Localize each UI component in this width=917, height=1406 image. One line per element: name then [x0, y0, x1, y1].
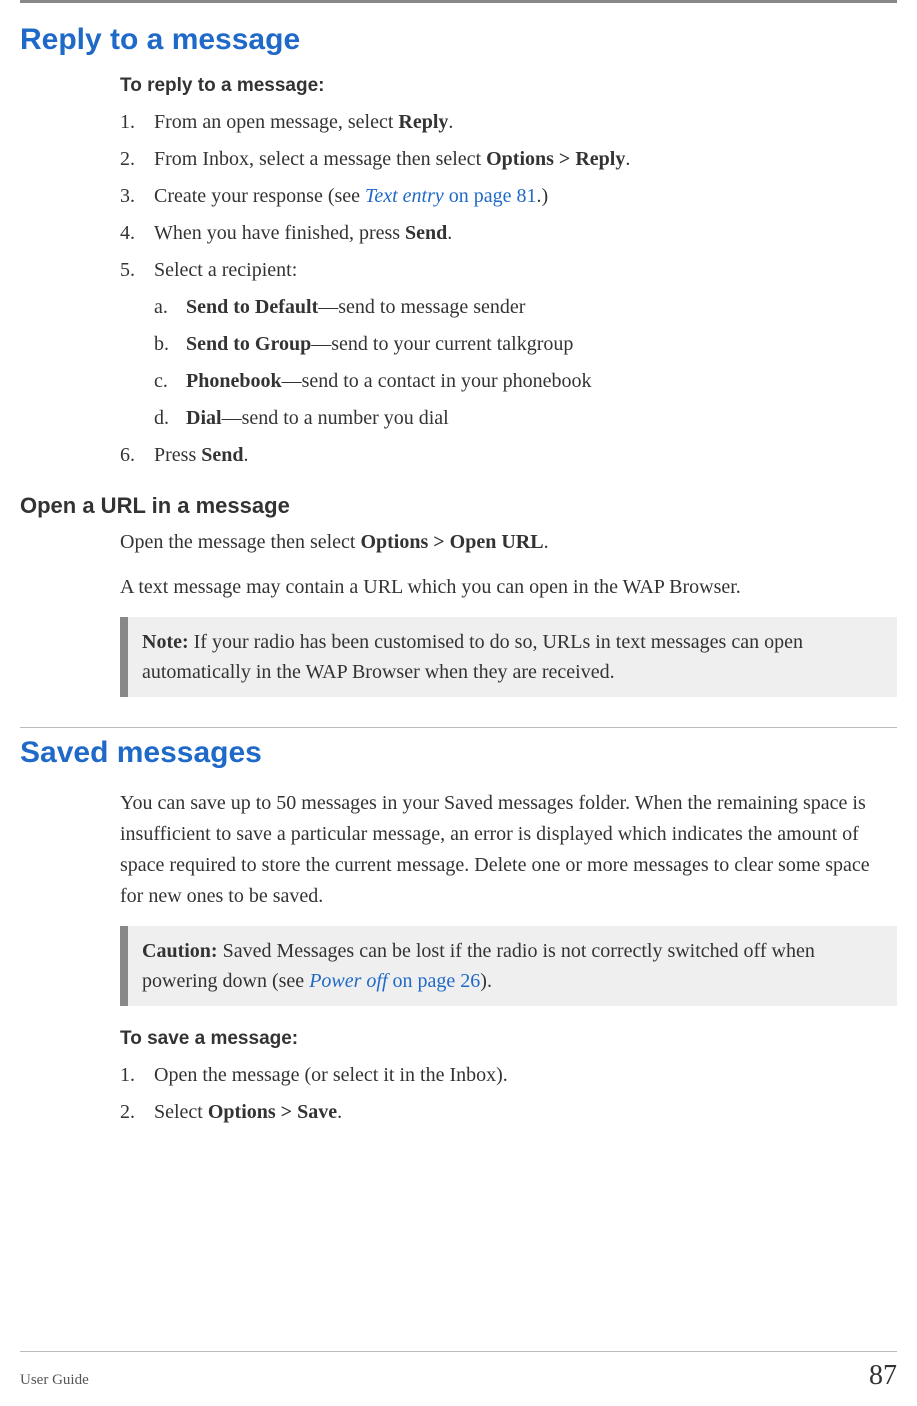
save-step-1: Open the message (or select it in the In… — [120, 1060, 897, 1091]
step-text: .) — [537, 185, 549, 207]
step-4: When you have finished, press Send. — [120, 218, 897, 249]
step-3: Create your response (see Text entry on … — [120, 181, 897, 212]
save-steps-list: Open the message (or select it in the In… — [120, 1060, 897, 1128]
link-power-off-page[interactable]: on page 26 — [388, 970, 481, 992]
substep-text: —send to message sender — [318, 296, 525, 318]
step-text: Create your response (see — [154, 185, 365, 207]
step-text: Press — [154, 444, 201, 466]
step-text: Select — [154, 1101, 208, 1123]
section-divider — [20, 727, 897, 728]
reply-steps-list: From an open message, select Reply. From… — [120, 107, 897, 471]
substep-d: Dial—send to a number you dial — [154, 403, 897, 434]
para-text: Open the message then select — [120, 531, 360, 553]
saved-messages-para: You can save up to 50 messages in your S… — [120, 788, 897, 912]
subhead-to-save: To save a message: — [120, 1028, 897, 1050]
substep-text: —send to your current talkgroup — [311, 333, 573, 355]
link-text-entry-page[interactable]: on page 81 — [444, 185, 537, 207]
step-2: From Inbox, select a message then select… — [120, 144, 897, 175]
step-text: . — [448, 111, 453, 133]
ui-options-save: Options > Save — [208, 1101, 337, 1123]
caution-box-saved: Caution: Saved Messages can be lost if t… — [120, 926, 897, 1006]
ui-options-open-url: Options > Open URL — [360, 531, 543, 553]
step-text: When you have finished, press — [154, 222, 405, 244]
note-box-url: Note: If your radio has been customised … — [120, 617, 897, 697]
substep-a: Send to Default—send to message sender — [154, 292, 897, 323]
step-text: . — [625, 148, 630, 170]
page-footer: User Guide 87 — [20, 1351, 897, 1392]
save-step-2: Select Options > Save. — [120, 1097, 897, 1128]
recipient-sublist: Send to Default—send to message sender S… — [154, 292, 897, 434]
ui-send-to-default: Send to Default — [186, 296, 318, 318]
ui-phonebook: Phonebook — [186, 370, 282, 392]
step-text: . — [243, 444, 248, 466]
step-text: From Inbox, select a message then select — [154, 148, 486, 170]
caution-text: ). — [480, 970, 492, 992]
substep-text: —send to a number you dial — [222, 407, 449, 429]
substep-c: Phonebook—send to a contact in your phon… — [154, 366, 897, 397]
ui-send2: Send — [201, 444, 243, 466]
note-label: Note: — [142, 631, 189, 653]
step-6: Press Send. — [120, 440, 897, 471]
step-text: Select a recipient: — [154, 259, 297, 281]
open-url-para-2: A text message may contain a URL which y… — [120, 572, 897, 603]
link-text-entry[interactable]: Text entry — [365, 185, 444, 207]
ui-reply: Reply — [398, 111, 448, 133]
open-url-para-1: Open the message then select Options > O… — [120, 527, 897, 558]
page-content: Reply to a message To reply to a message… — [0, 3, 917, 1128]
step-text: . — [337, 1101, 342, 1123]
step-text: . — [447, 222, 452, 244]
note-text: If your radio has been customised to do … — [142, 631, 803, 683]
ui-send-to-group: Send to Group — [186, 333, 311, 355]
heading-reply-to-message: Reply to a message — [20, 23, 897, 57]
link-power-off[interactable]: Power off — [309, 970, 387, 992]
caution-label: Caution: — [142, 940, 218, 962]
footer-page-number: 87 — [869, 1360, 897, 1392]
heading-saved-messages: Saved messages — [20, 736, 897, 770]
substep-b: Send to Group—send to your current talkg… — [154, 329, 897, 360]
step-text: From an open message, select — [154, 111, 398, 133]
heading-open-url: Open a URL in a message — [20, 493, 897, 519]
subhead-to-reply: To reply to a message: — [120, 75, 897, 97]
ui-dial: Dial — [186, 407, 222, 429]
step-5: Select a recipient: Send to Default—send… — [120, 255, 897, 434]
ui-send: Send — [405, 222, 447, 244]
step-text: Open the message (or select it in the In… — [154, 1064, 508, 1086]
substep-text: —send to a contact in your phonebook — [282, 370, 592, 392]
ui-options-reply: Options > Reply — [486, 148, 625, 170]
para-text: . — [544, 531, 549, 553]
step-1: From an open message, select Reply. — [120, 107, 897, 138]
footer-doc-title: User Guide — [20, 1372, 89, 1389]
